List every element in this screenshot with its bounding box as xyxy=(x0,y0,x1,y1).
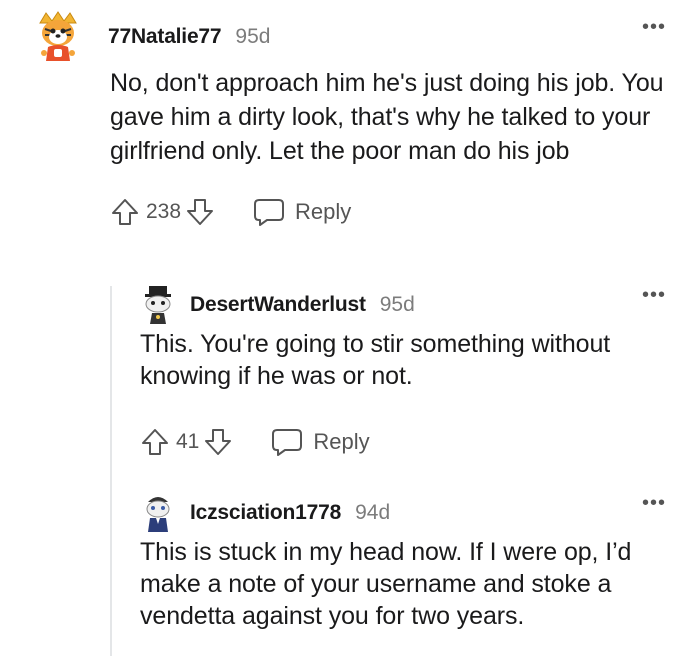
reply-label: Reply xyxy=(313,429,370,454)
vote-score: 238 xyxy=(146,200,182,223)
more-options-button[interactable]: ••• xyxy=(642,17,666,37)
reply-button[interactable]: Reply xyxy=(271,427,370,457)
comment-header: DesertWanderlust 95d ••• xyxy=(140,282,680,328)
comment-top-level: 77Natalie77 95d ••• No, don't approach h… xyxy=(30,8,680,232)
username[interactable]: DesertWanderlust xyxy=(190,293,366,317)
thread-line xyxy=(110,286,112,656)
downvote-arrow-icon[interactable] xyxy=(203,427,233,457)
comment-header: 77Natalie77 95d ••• xyxy=(30,8,680,66)
comment-actions: 238 Reply xyxy=(110,192,680,232)
comment-body: This is stuck in my head now. If I were … xyxy=(140,538,632,630)
comment-actions: 41 Reply xyxy=(140,422,680,462)
comment-reply: Iczsciation1778 94d ••• This is stuck in… xyxy=(140,490,680,632)
comment-body: No, don't approach him he's just doing h… xyxy=(110,69,664,165)
comment-age[interactable]: 95d xyxy=(380,293,415,317)
reply-label: Reply xyxy=(295,199,352,224)
comment-bubble-icon xyxy=(272,429,303,456)
more-options-button[interactable]: ••• xyxy=(642,285,666,305)
snoo-avatar-top-hat-icon[interactable] xyxy=(140,284,176,326)
upvote-arrow-icon[interactable] xyxy=(140,427,170,457)
comment-age[interactable]: 95d xyxy=(235,25,270,49)
vote-score: 41 xyxy=(176,430,200,453)
comment-bubble-icon xyxy=(254,199,285,226)
more-options-button[interactable]: ••• xyxy=(642,493,666,513)
username[interactable]: Iczsciation1778 xyxy=(190,501,341,525)
username[interactable]: 77Natalie77 xyxy=(108,25,222,49)
upvote-arrow-icon[interactable] xyxy=(110,197,140,227)
snoo-avatar-suit-icon[interactable] xyxy=(140,492,176,534)
comment-header: Iczsciation1778 94d ••• xyxy=(140,490,680,536)
downvote-arrow-icon[interactable] xyxy=(185,197,215,227)
reply-button[interactable]: Reply xyxy=(253,197,351,227)
snoo-avatar-tiger-icon[interactable] xyxy=(30,9,86,65)
comment-body: This. You're going to stir something wit… xyxy=(140,330,611,390)
comment-age[interactable]: 94d xyxy=(355,501,390,525)
comment-reply: DesertWanderlust 95d ••• This. You're go… xyxy=(140,282,680,462)
